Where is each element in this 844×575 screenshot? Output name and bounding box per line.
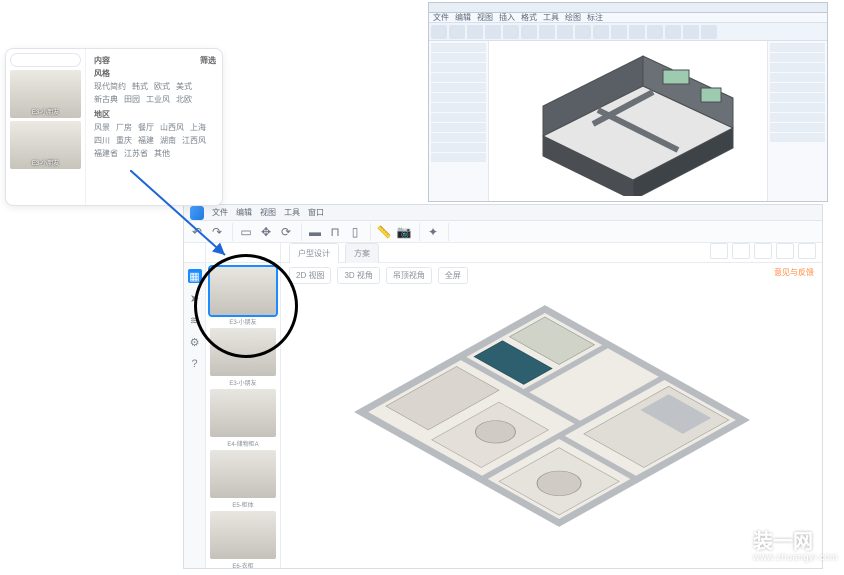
- filter-area-option[interactable]: 福建: [138, 135, 154, 146]
- pointer-icon[interactable]: ➤: [188, 291, 202, 305]
- furnished-floorplan: [352, 266, 752, 566]
- grid-icon[interactable]: ▦: [188, 269, 202, 283]
- settings-icon[interactable]: ⚙: [188, 335, 202, 349]
- filter-tab-filter[interactable]: 筛选: [200, 55, 216, 66]
- filter-area-option[interactable]: 餐厅: [138, 122, 154, 133]
- filter-area-option[interactable]: 湖南: [160, 135, 176, 146]
- design-menu-item[interactable]: 编辑: [236, 207, 252, 218]
- room-thumbnail[interactable]: E3-小朋友: [210, 328, 276, 376]
- help-icon[interactable]: ?: [188, 357, 202, 371]
- watermark-title: 装一网: [753, 531, 838, 553]
- layers-icon[interactable]: ≋: [188, 313, 202, 327]
- room-thumbnail[interactable]: E5-柜体: [210, 450, 276, 498]
- design-menu-item[interactable]: 工具: [284, 207, 300, 218]
- canvas-view-chips: 2D 视图 3D 视角 吊顶视角 全屏: [289, 267, 468, 284]
- filter-options: 内容 筛选 风格 现代简约 韩式 欧式 美式 新古典 田园 工业风 北欧 地区 …: [86, 49, 222, 205]
- filter-style-option[interactable]: 工业风: [146, 94, 170, 105]
- more-button[interactable]: [798, 243, 816, 259]
- filter-area-option[interactable]: 其他: [154, 148, 170, 159]
- camera-icon[interactable]: 📷: [395, 223, 413, 241]
- design-left-toolbar: ▦ ➤ ≋ ⚙ ?: [184, 263, 206, 568]
- view-2d-button[interactable]: [710, 243, 728, 259]
- chip-ceiling[interactable]: 吊顶视角: [386, 267, 432, 284]
- cad-menu-item[interactable]: 插入: [499, 12, 515, 23]
- cad-right-panel[interactable]: [767, 41, 827, 201]
- filter-area-option[interactable]: 厂房: [116, 122, 132, 133]
- filter-area-option[interactable]: 上海: [190, 122, 206, 133]
- filter-style-option[interactable]: 欧式: [154, 81, 170, 92]
- design-menu-item[interactable]: 视图: [260, 207, 276, 218]
- cad-menubar[interactable]: 文件 编辑 视图 插入 格式 工具 绘图 标注: [429, 13, 827, 23]
- design-tabbar: 户型设计 方案: [184, 243, 822, 263]
- design-header: 文件 编辑 视图 工具 窗口: [184, 205, 822, 221]
- cad-left-panel[interactable]: [429, 41, 489, 201]
- view-3d-button[interactable]: [732, 243, 750, 259]
- measure-icon[interactable]: 📏: [375, 223, 393, 241]
- filter-area-option[interactable]: 福建省: [94, 148, 118, 159]
- cad-floorplan-model: [503, 46, 753, 196]
- filter-style-option[interactable]: 田园: [124, 94, 140, 105]
- cad-menu-item[interactable]: 绘图: [565, 12, 581, 23]
- cad-menu-item[interactable]: 标注: [587, 12, 603, 23]
- filter-style-option[interactable]: 美式: [176, 81, 192, 92]
- chip-3d[interactable]: 3D 视角: [337, 267, 379, 284]
- room-thumbnail[interactable]: E3-小朋友: [210, 267, 276, 315]
- filter-style-option[interactable]: 北欧: [176, 94, 192, 105]
- feedback-link[interactable]: 意见与反馈: [774, 267, 814, 278]
- rotate-icon[interactable]: ⟳: [277, 223, 295, 241]
- filter-style-option[interactable]: 现代简约: [94, 81, 126, 92]
- filter-thumbnail[interactable]: E3-小朋友: [10, 121, 81, 169]
- style-filter-popup: E3-小朋友 E3-小朋友 内容 筛选 风格 现代简约 韩式 欧式 美式 新古典…: [5, 48, 223, 206]
- filter-area-option[interactable]: 四川: [94, 135, 110, 146]
- wall-icon[interactable]: ▬: [306, 223, 324, 241]
- filter-area-option[interactable]: 山西风: [160, 122, 184, 133]
- room-thumbnail[interactable]: E4-储物柜A: [210, 389, 276, 437]
- watermark: 装一网 www.zhuangyi.com: [703, 525, 838, 569]
- design-toolbar: ↶↷ ▭✥⟳ ▬⊓▯ 📏📷 ✦: [184, 221, 822, 243]
- design-menu-item[interactable]: 窗口: [308, 207, 324, 218]
- filter-search-input[interactable]: [10, 53, 81, 67]
- filter-style-option[interactable]: 新古典: [94, 94, 118, 105]
- fullscreen-button[interactable]: [776, 243, 794, 259]
- select-icon[interactable]: ▭: [237, 223, 255, 241]
- filter-area-option[interactable]: 江苏省: [124, 148, 148, 159]
- design-3d-canvas[interactable]: 2D 视图 3D 视角 吊顶视角 全屏 意见与反馈: [281, 263, 822, 568]
- design-logo-icon: [190, 206, 204, 220]
- filter-section-area: 地区: [94, 109, 216, 120]
- redo-icon[interactable]: ↷: [208, 223, 226, 241]
- cad-menu-item[interactable]: 视图: [477, 12, 493, 23]
- filter-tab-content[interactable]: 内容: [94, 55, 110, 66]
- cad-menu-item[interactable]: 编辑: [455, 12, 471, 23]
- filter-thumb-column: E3-小朋友 E3-小朋友: [6, 49, 86, 205]
- tab-scheme[interactable]: 方案: [345, 243, 379, 263]
- cad-menu-item[interactable]: 工具: [543, 12, 559, 23]
- render-icon[interactable]: ✦: [424, 223, 442, 241]
- room-thumbnail[interactable]: E6-衣柜: [210, 511, 276, 559]
- window-icon[interactable]: ▯: [346, 223, 364, 241]
- filter-area-option[interactable]: 重庆: [116, 135, 132, 146]
- cad-menu-item[interactable]: 文件: [433, 12, 449, 23]
- view-top-button[interactable]: [754, 243, 772, 259]
- watermark-logo-icon: [703, 525, 747, 569]
- undo-icon[interactable]: ↶: [188, 223, 206, 241]
- filter-area-option[interactable]: 江西风: [182, 135, 206, 146]
- cad-toolbar[interactable]: [429, 23, 827, 41]
- filter-section-style: 风格: [94, 68, 216, 79]
- cad-3d-viewport[interactable]: [489, 41, 767, 201]
- filter-thumbnail[interactable]: E3-小朋友: [10, 70, 81, 118]
- cad-app-window: 文件 编辑 视图 插入 格式 工具 绘图 标注: [428, 2, 828, 202]
- tab-plan[interactable]: 户型设计: [289, 243, 339, 263]
- watermark-url: www.zhuangyi.com: [753, 553, 838, 563]
- filter-style-option[interactable]: 韩式: [132, 81, 148, 92]
- design-thumbnail-panel[interactable]: E3-小朋友 E3-小朋友 E4-储物柜A E5-柜体 E6-衣柜 E7-茶座: [206, 263, 281, 568]
- filter-area-option[interactable]: 风景: [94, 122, 110, 133]
- chip-2d[interactable]: 2D 视图: [289, 267, 331, 284]
- chip-fullscreen[interactable]: 全屏: [438, 267, 468, 284]
- cad-menu-item[interactable]: 格式: [521, 12, 537, 23]
- move-icon[interactable]: ✥: [257, 223, 275, 241]
- door-icon[interactable]: ⊓: [326, 223, 344, 241]
- design-app-window: 文件 编辑 视图 工具 窗口 ↶↷ ▭✥⟳ ▬⊓▯ 📏📷 ✦ 户型设计 方案 ▦…: [183, 204, 823, 569]
- design-menu-item[interactable]: 文件: [212, 207, 228, 218]
